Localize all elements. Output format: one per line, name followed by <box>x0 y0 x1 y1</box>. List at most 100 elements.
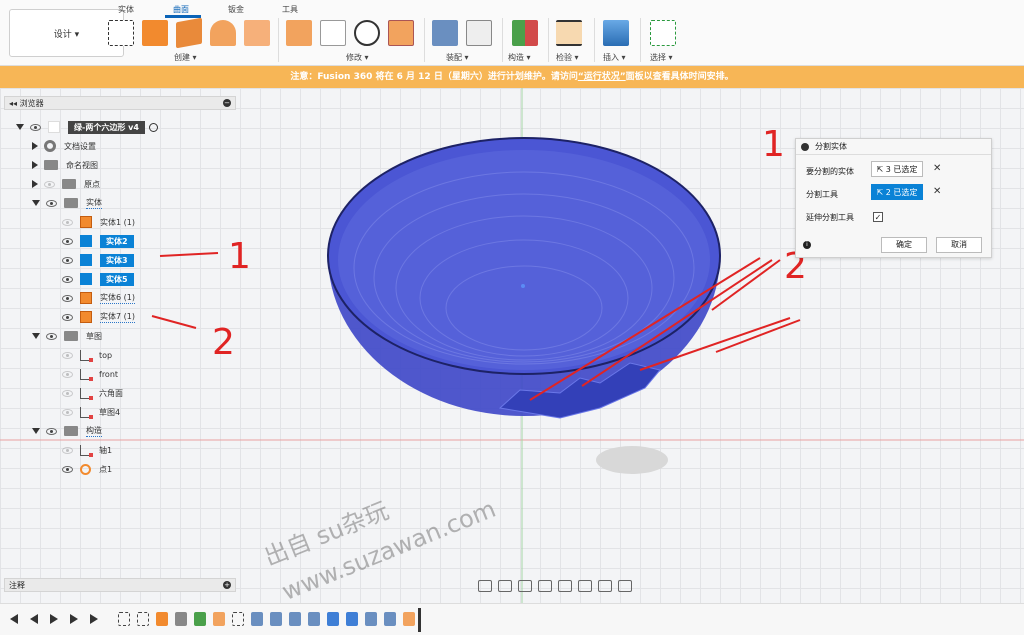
visibility-eye-icon[interactable] <box>62 446 73 454</box>
timeline-feature-icon[interactable] <box>346 612 358 626</box>
visibility-eye-icon[interactable] <box>62 256 73 264</box>
zoom-icon[interactable] <box>538 580 552 592</box>
visibility-eye-icon[interactable] <box>62 294 73 302</box>
go-to-start-icon[interactable] <box>10 614 18 624</box>
extend-tool-checkbox[interactable]: ✓ <box>873 212 883 222</box>
construct-group-label[interactable]: 构造 ▾ <box>508 52 531 63</box>
timeline-feature-icon[interactable] <box>289 612 301 626</box>
timeline-extrude-icon[interactable] <box>156 612 168 626</box>
new-component-icon[interactable] <box>432 20 458 46</box>
workspace-dropdown[interactable]: 设计 ▾ <box>9 9 124 57</box>
insert-image-icon[interactable] <box>603 20 629 46</box>
expand-icon[interactable] <box>32 428 40 434</box>
expand-icon[interactable] <box>32 333 40 339</box>
visibility-eye-icon[interactable] <box>62 351 73 359</box>
visibility-eye-icon[interactable] <box>62 313 73 321</box>
tab-tools[interactable]: 工具 <box>282 4 298 15</box>
visibility-eye-icon[interactable] <box>44 180 55 188</box>
visibility-eye-icon[interactable] <box>46 427 57 435</box>
display-settings-icon[interactable] <box>578 580 592 592</box>
bodies-to-split-selector[interactable]: ⇱ 3 已选定 <box>871 161 923 177</box>
visibility-eye-icon[interactable] <box>62 370 73 378</box>
clear-tool-button[interactable]: ✕ <box>933 186 941 197</box>
combine-icon[interactable] <box>244 20 270 46</box>
press-pull-icon[interactable] <box>286 20 312 46</box>
orbit-icon[interactable] <box>478 580 492 592</box>
cancel-button[interactable]: 取消 <box>936 237 982 253</box>
collapse-icon[interactable] <box>801 142 809 151</box>
tree-item-sketch-front[interactable]: front <box>62 365 118 383</box>
select-window-icon[interactable] <box>650 20 676 46</box>
tree-item-sketches[interactable]: 草图 <box>32 327 102 345</box>
insert-group-label[interactable]: 插入 ▾ <box>603 52 626 63</box>
timeline-marker[interactable] <box>418 608 421 632</box>
offset-icon[interactable] <box>388 20 414 46</box>
timeline-feature-icon[interactable] <box>384 612 396 626</box>
tree-item-body5[interactable]: 实体5 <box>62 270 134 288</box>
visibility-eye-icon[interactable] <box>62 408 73 416</box>
timeline-feature-icon[interactable] <box>365 612 377 626</box>
tree-item-sketch-top[interactable]: top <box>62 346 112 364</box>
tree-item-body7[interactable]: 实体7 (1) <box>62 308 135 326</box>
visibility-eye-icon[interactable] <box>62 465 73 473</box>
measure-icon[interactable] <box>556 20 582 46</box>
look-at-icon[interactable] <box>498 580 512 592</box>
timeline-sketch-icon[interactable] <box>118 612 130 626</box>
go-to-end-icon[interactable] <box>90 614 98 624</box>
tab-surface[interactable]: 曲面 <box>173 4 189 15</box>
split-tool-selector[interactable]: ⇱ 2 已选定 <box>871 184 923 200</box>
tree-item-doc-settings[interactable]: 文档设置 <box>32 137 96 155</box>
timeline-feature-icon[interactable] <box>308 612 320 626</box>
minimize-icon[interactable]: − <box>223 99 231 107</box>
fit-icon[interactable] <box>558 580 572 592</box>
expand-icon[interactable] <box>32 200 40 206</box>
timeline-sketch-icon[interactable] <box>137 612 149 626</box>
grid-icon[interactable] <box>598 580 612 592</box>
tree-item-bodies[interactable]: 实体 <box>32 194 102 212</box>
extrude-icon[interactable] <box>142 20 168 46</box>
tree-item-body6[interactable]: 实体6 (1) <box>62 289 135 307</box>
visibility-eye-icon[interactable] <box>62 218 73 226</box>
step-back-icon[interactable] <box>30 614 38 624</box>
tab-solid[interactable]: 实体 <box>118 4 134 15</box>
timeline-feature-icon[interactable] <box>403 612 415 626</box>
tree-root[interactable]: 绿-两个六边形 v4 <box>16 118 158 136</box>
timeline-feature-icon[interactable] <box>270 612 282 626</box>
offset-plane-icon[interactable] <box>512 20 538 46</box>
visibility-eye-icon[interactable] <box>46 199 57 207</box>
assemble-group-label[interactable]: 装配 ▾ <box>446 52 469 63</box>
activate-radio-icon[interactable] <box>148 122 158 132</box>
box-icon[interactable] <box>176 17 202 49</box>
tree-item-body1[interactable]: 实体1 (1) <box>62 213 135 231</box>
visibility-eye-icon[interactable] <box>62 275 73 283</box>
tree-item-axis1[interactable]: 轴1 <box>62 441 112 459</box>
split-scissors-icon[interactable] <box>354 20 380 46</box>
timeline-plane-icon[interactable] <box>194 612 206 626</box>
tab-sheet-metal[interactable]: 钣金 <box>228 4 244 15</box>
create-sketch-icon[interactable] <box>108 20 134 46</box>
expand-icon[interactable] <box>32 161 38 169</box>
expand-icon[interactable] <box>16 124 24 130</box>
timeline-feature-icon[interactable] <box>251 612 263 626</box>
timeline-feature-icon[interactable] <box>213 612 225 626</box>
timeline-move-icon[interactable] <box>175 612 187 626</box>
tree-item-body2[interactable]: 实体2 <box>62 232 134 250</box>
visibility-eye-icon[interactable] <box>46 332 57 340</box>
visibility-eye-icon[interactable] <box>30 123 41 131</box>
delete-face-icon[interactable] <box>320 20 346 46</box>
create-group-label[interactable]: 创建 ▾ <box>174 52 197 63</box>
tree-item-sketch4[interactable]: 草图4 <box>62 403 120 421</box>
revolve-icon[interactable] <box>210 20 236 46</box>
tree-item-named-views[interactable]: 命名视图 <box>32 156 98 174</box>
tree-item-point1[interactable]: 点1 <box>62 460 112 478</box>
add-comment-icon[interactable]: + <box>223 581 231 589</box>
modify-group-label[interactable]: 修改 ▾ <box>346 52 369 63</box>
ok-button[interactable]: 确定 <box>881 237 927 253</box>
visibility-eye-icon[interactable] <box>62 237 73 245</box>
step-forward-icon[interactable] <box>70 614 78 624</box>
joint-icon[interactable] <box>466 20 492 46</box>
tree-item-sketch-hex[interactable]: 六角面 <box>62 384 123 402</box>
status-link[interactable]: “运行状况” <box>578 72 626 82</box>
timeline-feature-icon[interactable] <box>327 612 339 626</box>
info-icon[interactable]: i <box>803 241 811 249</box>
